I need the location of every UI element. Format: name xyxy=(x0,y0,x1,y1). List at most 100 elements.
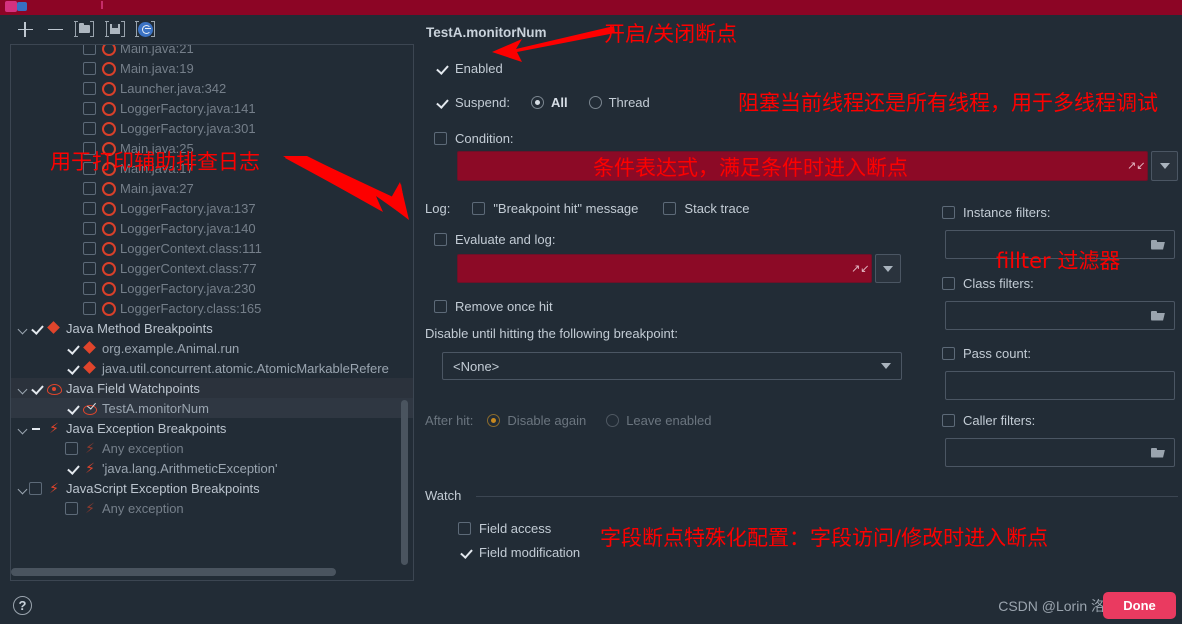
field-access-checkbox[interactable] xyxy=(458,522,471,535)
tree-row-checkbox[interactable] xyxy=(83,101,96,115)
tree-row[interactable]: LoggerFactory.java:230 xyxy=(11,278,413,298)
pass-count-row[interactable]: Pass count: xyxy=(942,346,1031,361)
suspend-all-radio[interactable] xyxy=(530,96,544,109)
expand-icon-2[interactable]: ↗↙ xyxy=(851,263,869,275)
after-hit-disable-again-option[interactable]: Disable again xyxy=(487,413,586,428)
suspend-all-option[interactable]: All xyxy=(530,95,568,110)
tree-row-checkbox[interactable] xyxy=(65,462,78,475)
tree-row-checkbox[interactable] xyxy=(83,61,96,75)
tree-row-checkbox[interactable] xyxy=(83,81,96,95)
remove-breakpoint-button[interactable] xyxy=(43,18,67,40)
tree-row[interactable]: ⚡ JavaScript Exception Breakpoints xyxy=(11,478,413,498)
tree-row[interactable]: TestA.monitorNum xyxy=(11,398,413,418)
field-modification-checkbox[interactable] xyxy=(458,546,471,559)
save-breakpoints-button[interactable] xyxy=(103,18,127,40)
remove-once-hit-checkbox[interactable] xyxy=(434,300,447,313)
tree-row[interactable]: Java Method Breakpoints xyxy=(11,318,413,338)
field-access-row[interactable]: Field access xyxy=(458,521,551,536)
suspend-row[interactable]: Suspend: All Thread xyxy=(434,95,650,110)
tree-row[interactable]: LoggerFactory.java:137 xyxy=(11,198,413,218)
tree-row-checkbox[interactable] xyxy=(83,241,96,255)
tree-row[interactable]: LoggerFactory.java:301 xyxy=(11,118,413,138)
tree-horizontal-scrollbar[interactable] xyxy=(11,568,336,576)
tree-row[interactable]: LoggerFactory.java:140 xyxy=(11,218,413,238)
tree-row-checkbox[interactable] xyxy=(65,342,78,355)
tree-row-checkbox[interactable] xyxy=(83,261,96,275)
tree-row[interactable]: LoggerFactory.java:141 xyxy=(11,98,413,118)
tree-row-checkbox[interactable] xyxy=(65,501,78,515)
tree-row[interactable]: ⚡ Java Exception Breakpoints xyxy=(11,418,413,438)
instance-filters-row[interactable]: Instance filters: xyxy=(942,205,1050,220)
tree-row-checkbox[interactable] xyxy=(29,422,42,435)
class-filters-row[interactable]: Class filters: xyxy=(942,276,1034,291)
evaluate-and-log-input[interactable]: ↗↙ xyxy=(457,254,872,283)
caller-filters-input[interactable] xyxy=(945,438,1175,467)
tree-row-checkbox[interactable] xyxy=(83,221,96,235)
tree-row[interactable]: org.example.Animal.run xyxy=(11,338,413,358)
tree-row-checkbox[interactable] xyxy=(29,382,42,395)
evaluate-and-log-row[interactable]: Evaluate and log: xyxy=(434,232,555,247)
tree-row-checkbox[interactable] xyxy=(83,201,96,215)
log-breakpoint-hit-option[interactable]: "Breakpoint hit" message xyxy=(472,201,638,216)
instance-filters-checkbox[interactable] xyxy=(942,206,955,219)
pass-count-input[interactable] xyxy=(945,371,1175,400)
log-breakpoint-hit-checkbox[interactable] xyxy=(472,202,486,215)
tree-row-checkbox[interactable] xyxy=(65,441,78,455)
folder-browse-icon-3[interactable] xyxy=(1151,447,1165,458)
tree-row-checkbox[interactable] xyxy=(29,481,42,495)
mute-breakpoints-button[interactable] xyxy=(133,18,157,40)
tree-row-checkbox[interactable] xyxy=(83,121,96,135)
caller-filters-row[interactable]: Caller filters: xyxy=(942,413,1035,428)
tree-row[interactable]: LoggerContext.class:77 xyxy=(11,258,413,278)
enabled-row[interactable]: Enabled xyxy=(434,61,503,76)
tree-row[interactable]: LoggerContext.class:111 xyxy=(11,238,413,258)
tree-row-checkbox[interactable] xyxy=(83,301,96,315)
help-button[interactable]: ? xyxy=(13,596,32,615)
pass-count-checkbox[interactable] xyxy=(942,347,955,360)
suspend-checkbox[interactable] xyxy=(434,96,447,109)
class-filters-input[interactable] xyxy=(945,301,1175,330)
breakpoints-tree[interactable]: Main.java:21 Main.java:19 Launcher.java:34… xyxy=(11,45,413,518)
tree-row[interactable]: Java Field Watchpoints xyxy=(11,378,413,398)
tree-row-checkbox[interactable] xyxy=(65,402,78,415)
tree-row-checkbox[interactable] xyxy=(83,45,96,55)
log-stack-trace-option[interactable]: Stack trace xyxy=(663,201,749,216)
after-hit-disable-again-radio[interactable] xyxy=(487,414,501,427)
tree-row-checkbox[interactable] xyxy=(83,181,96,195)
add-breakpoint-button[interactable] xyxy=(13,18,37,40)
evaluate-and-log-checkbox[interactable] xyxy=(434,233,447,246)
field-modification-row[interactable]: Field modification xyxy=(458,545,580,560)
chevron-down-icon[interactable] xyxy=(17,322,29,334)
disable-until-combobox[interactable]: <None> xyxy=(442,352,902,380)
enabled-checkbox[interactable] xyxy=(434,62,447,75)
folder-browse-icon-1[interactable] xyxy=(1151,239,1165,250)
group-by-button[interactable] xyxy=(72,18,96,40)
tree-row-checkbox[interactable] xyxy=(65,362,78,375)
after-hit-leave-enabled-option[interactable]: Leave enabled xyxy=(606,413,712,428)
tree-row[interactable]: Launcher.java:342 xyxy=(11,78,413,98)
tree-row[interactable]: ⚡ Any exception xyxy=(11,438,413,458)
folder-browse-icon-2[interactable] xyxy=(1151,310,1165,321)
chevron-down-icon[interactable] xyxy=(17,382,29,394)
remove-once-hit-row[interactable]: Remove once hit xyxy=(434,299,553,314)
tree-row[interactable]: Main.java:21 xyxy=(11,45,413,58)
done-button[interactable]: Done xyxy=(1103,592,1176,619)
evaluate-and-log-dropdown-button[interactable] xyxy=(875,254,901,283)
tree-row[interactable]: Main.java:27 xyxy=(11,178,413,198)
suspend-thread-option[interactable]: Thread xyxy=(588,95,650,110)
tree-row[interactable]: LoggerFactory.class:165 xyxy=(11,298,413,318)
chevron-down-icon[interactable] xyxy=(17,482,29,494)
class-filters-checkbox[interactable] xyxy=(942,277,955,290)
tree-row[interactable]: ⚡ 'java.lang.ArithmeticException' xyxy=(11,458,413,478)
tree-row[interactable]: Main.java:19 xyxy=(11,58,413,78)
condition-dropdown-button[interactable] xyxy=(1151,151,1178,181)
condition-checkbox[interactable] xyxy=(434,132,447,145)
condition-row[interactable]: Condition: xyxy=(434,131,514,146)
tree-row[interactable]: java.util.concurrent.atomic.AtomicMarkab… xyxy=(11,358,413,378)
log-stack-trace-checkbox[interactable] xyxy=(663,202,677,215)
tree-row-checkbox[interactable] xyxy=(29,322,42,335)
tree-vertical-scrollbar[interactable] xyxy=(401,400,408,565)
after-hit-leave-enabled-radio[interactable] xyxy=(606,414,620,427)
chevron-down-icon[interactable] xyxy=(17,422,29,434)
suspend-thread-radio[interactable] xyxy=(588,96,602,109)
